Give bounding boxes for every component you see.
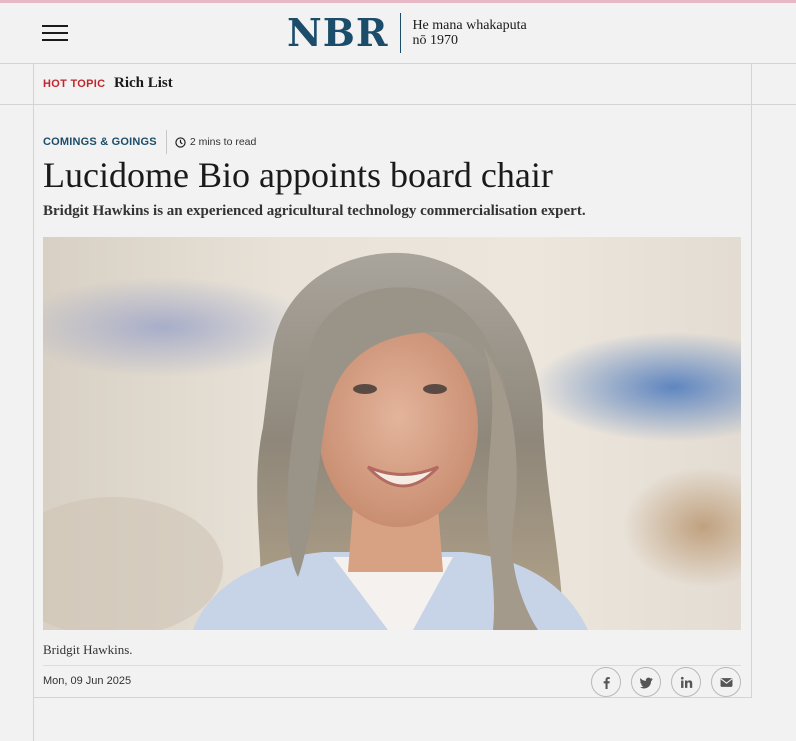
email-share-button[interactable]	[711, 667, 741, 697]
facebook-share-button[interactable]	[591, 667, 621, 697]
logo-wordmark: NBR	[287, 10, 389, 55]
facebook-icon	[603, 676, 610, 689]
linkedin-icon	[680, 676, 692, 688]
twitter-icon	[639, 677, 652, 688]
hot-topic-bar: HOT TOPIC Rich List	[0, 64, 796, 105]
email-icon	[720, 677, 732, 687]
photo-caption: Bridgit Hawkins.	[43, 642, 133, 657]
article-standfirst: Bridgit Hawkins is an experienced agricu…	[43, 203, 586, 219]
frame-rule-left	[33, 64, 34, 741]
frame-rule-right	[751, 64, 752, 698]
article-photo[interactable]	[43, 237, 741, 630]
category-link[interactable]: COMINGS & GOINGS	[43, 136, 157, 148]
tagline-line-1: He mana whakaputa	[412, 18, 527, 33]
logo-divider	[400, 13, 402, 53]
meta-divider	[165, 130, 167, 154]
site-logo[interactable]: NBR He mana whakaputa nō 1970	[287, 11, 527, 55]
hot-topic-label: HOT TOPIC	[43, 78, 106, 90]
site-header: NBR He mana whakaputa nō 1970	[0, 3, 796, 64]
linkedin-share-button[interactable]	[671, 667, 701, 697]
clock-icon	[175, 136, 186, 148]
share-bar	[591, 667, 741, 697]
article-meta: COMINGS & GOINGS 2 mins to read	[43, 130, 256, 154]
logo-tagline: He mana whakaputa nō 1970	[412, 18, 526, 48]
publish-date: Mon, 09 Jun 2025	[43, 675, 132, 687]
read-time: 2 mins to read	[189, 136, 257, 148]
hot-topic-link[interactable]: Rich List	[114, 75, 173, 92]
article-title: Lucidome Bio appoints board chair	[43, 155, 553, 195]
tagline-line-2: nō 1970	[412, 33, 458, 48]
caption-divider	[43, 665, 741, 666]
footer-divider	[33, 697, 752, 698]
hamburger-menu-icon[interactable]	[42, 25, 68, 43]
twitter-share-button[interactable]	[631, 667, 661, 697]
